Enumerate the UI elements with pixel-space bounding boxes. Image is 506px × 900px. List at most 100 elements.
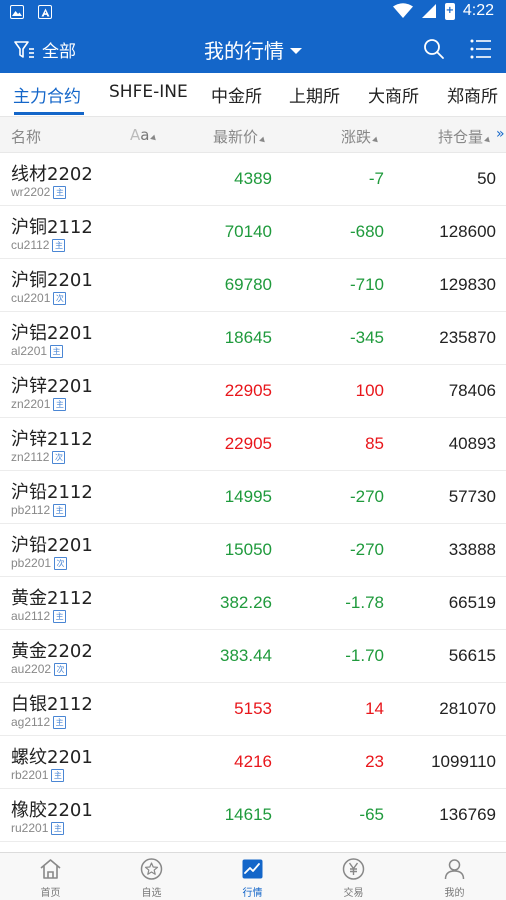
table-row[interactable]: 螺纹2201 rb2201 主 4216 23 1099110 [0, 736, 506, 789]
contract-name: 沪铜2112 [11, 217, 93, 238]
list-menu-icon [470, 39, 491, 59]
column-header-last-price[interactable]: 最新价 [213, 126, 267, 147]
home-icon [40, 859, 61, 879]
table-row[interactable]: 线材2202 wr2202 主 4389 -7 50 [0, 153, 506, 206]
signal-icon [421, 4, 436, 18]
tab-dce[interactable]: 大商所 [368, 82, 419, 107]
tab-shfe[interactable]: 上期所 [289, 82, 340, 107]
table-row[interactable]: 沪铝2201 al2201 主 18645 -345 235870 [0, 312, 506, 365]
table-row[interactable]: 橡胶2201 ru2201 主 14615 -65 136769 [0, 789, 506, 842]
table-row[interactable]: 沪锌2201 zn2201 主 22905 100 78406 [0, 365, 506, 418]
tab-cffex[interactable]: 中金所 [211, 82, 262, 107]
last-price: 4389 [234, 169, 272, 188]
nav-trade[interactable]: 交易 [303, 853, 404, 900]
open-interest: 235870 [439, 328, 496, 347]
open-interest: 1099110 [431, 752, 496, 771]
sort-indicator-icon [484, 136, 492, 145]
table-row[interactable]: 沪铅2112 pb2112 主 14995 -270 57730 [0, 471, 506, 524]
contract-name: 线材2202 [11, 164, 93, 185]
contract-code: cu2201 次 [11, 291, 67, 305]
contract-name: 沪铜2201 [11, 270, 93, 291]
contract-name: 黄金2112 [11, 588, 93, 609]
battery-icon: + [444, 2, 455, 20]
last-price: 22905 [224, 381, 272, 400]
nav-quotes[interactable]: 行情 [202, 853, 303, 900]
table-row[interactable]: 沪铅2201 pb2201 次 15050 -270 33888 [0, 524, 506, 577]
column-header-change[interactable]: 涨跌 [341, 126, 380, 147]
table-row[interactable]: 黄金2202 au2202 次 383.44 -1.70 56615 [0, 630, 506, 683]
column-header-open-interest[interactable]: 持仓量 [438, 126, 492, 147]
contract-type-badge: 主 [53, 715, 67, 729]
table-row[interactable]: 黄金2112 au2112 主 382.26 -1.78 66519 [0, 577, 506, 630]
yen-icon [342, 858, 365, 880]
last-price: 18645 [224, 328, 272, 347]
price-change: 14 [365, 699, 384, 718]
status-time: 4:22 [462, 2, 494, 19]
contract-type-badge: 次 [53, 291, 67, 305]
last-price: 4216 [234, 752, 272, 771]
price-change: -710 [349, 275, 384, 294]
app-notification-icon [38, 5, 52, 19]
contract-code: wr2202 主 [11, 185, 67, 199]
open-interest: 50 [477, 169, 496, 188]
font-size-toggle[interactable]: Aa [130, 126, 159, 144]
table-row[interactable]: 沪锌2112 zn2112 次 22905 85 40893 [0, 418, 506, 471]
open-interest: 281070 [439, 699, 496, 718]
price-change: 23 [365, 752, 384, 771]
contract-code: rb2201 主 [11, 768, 65, 782]
last-price: 69780 [224, 275, 272, 294]
tab-main-contracts[interactable]: 主力合约 [13, 82, 81, 107]
last-price: 70140 [224, 222, 272, 241]
contract-type-badge: 次 [54, 662, 68, 676]
price-change: 100 [355, 381, 384, 400]
table-row[interactable]: 白银2112 ag2112 主 5153 14 281070 [0, 683, 506, 736]
wifi-icon [392, 3, 413, 18]
price-change: -1.70 [345, 646, 384, 665]
tab-shfe-ine[interactable]: SHFE-INE [109, 82, 188, 102]
open-interest: 136769 [439, 805, 496, 824]
contract-name: 螺纹2201 [11, 747, 93, 768]
chart-icon [242, 859, 263, 879]
caret-down-icon [290, 47, 302, 54]
contract-code: cu2112 主 [11, 238, 66, 252]
open-interest: 57730 [448, 487, 496, 506]
page-title: 我的行情 [204, 39, 284, 63]
column-header-name[interactable]: 名称 [11, 126, 41, 147]
last-price: 14615 [224, 805, 272, 824]
open-interest: 78406 [448, 381, 496, 400]
contract-type-badge: 主 [51, 821, 65, 835]
last-price: 382.26 [220, 593, 272, 612]
contract-name: 白银2112 [11, 694, 93, 715]
contract-name: 沪铅2201 [11, 535, 93, 556]
table-row[interactable]: 沪铜2201 cu2201 次 69780 -710 129830 [0, 259, 506, 312]
contract-name: 沪锌2201 [11, 376, 93, 397]
contract-code: zn2112 次 [11, 450, 66, 464]
contract-code: zn2201 主 [11, 397, 67, 411]
price-change: -270 [349, 540, 384, 559]
open-interest: 33888 [448, 540, 496, 559]
list-menu-button[interactable] [470, 39, 492, 63]
contract-type-badge: 主 [50, 344, 64, 358]
price-change: 85 [365, 434, 384, 453]
contract-code: pb2201 次 [11, 556, 68, 570]
price-change: -345 [349, 328, 384, 347]
contract-name: 橡胶2201 [11, 800, 93, 821]
more-columns-icon[interactable]: » [496, 126, 505, 142]
last-price: 22905 [224, 434, 272, 453]
quote-list: 线材2202 wr2202 主 4389 -7 50 沪铜2112 cu2112 主… [0, 153, 506, 842]
price-change: -1.78 [345, 593, 384, 612]
nav-profile[interactable]: 我的 [404, 853, 505, 900]
table-row[interactable]: 沪铜2112 cu2112 主 70140 -680 128600 [0, 206, 506, 259]
app-bar: 全部 我的行情 [0, 25, 506, 73]
star-icon [140, 858, 163, 880]
tab-czce[interactable]: 郑商所 [447, 82, 498, 107]
open-interest: 40893 [448, 434, 496, 453]
search-button[interactable] [423, 38, 445, 64]
nav-watchlist[interactable]: 自选 [101, 853, 202, 900]
nav-home[interactable]: 首页 [0, 853, 101, 900]
contract-type-badge: 主 [53, 609, 67, 623]
contract-type-badge: 主 [52, 238, 66, 252]
contract-type-badge: 主 [53, 397, 67, 411]
open-interest: 56615 [448, 646, 496, 665]
search-icon [424, 39, 444, 59]
